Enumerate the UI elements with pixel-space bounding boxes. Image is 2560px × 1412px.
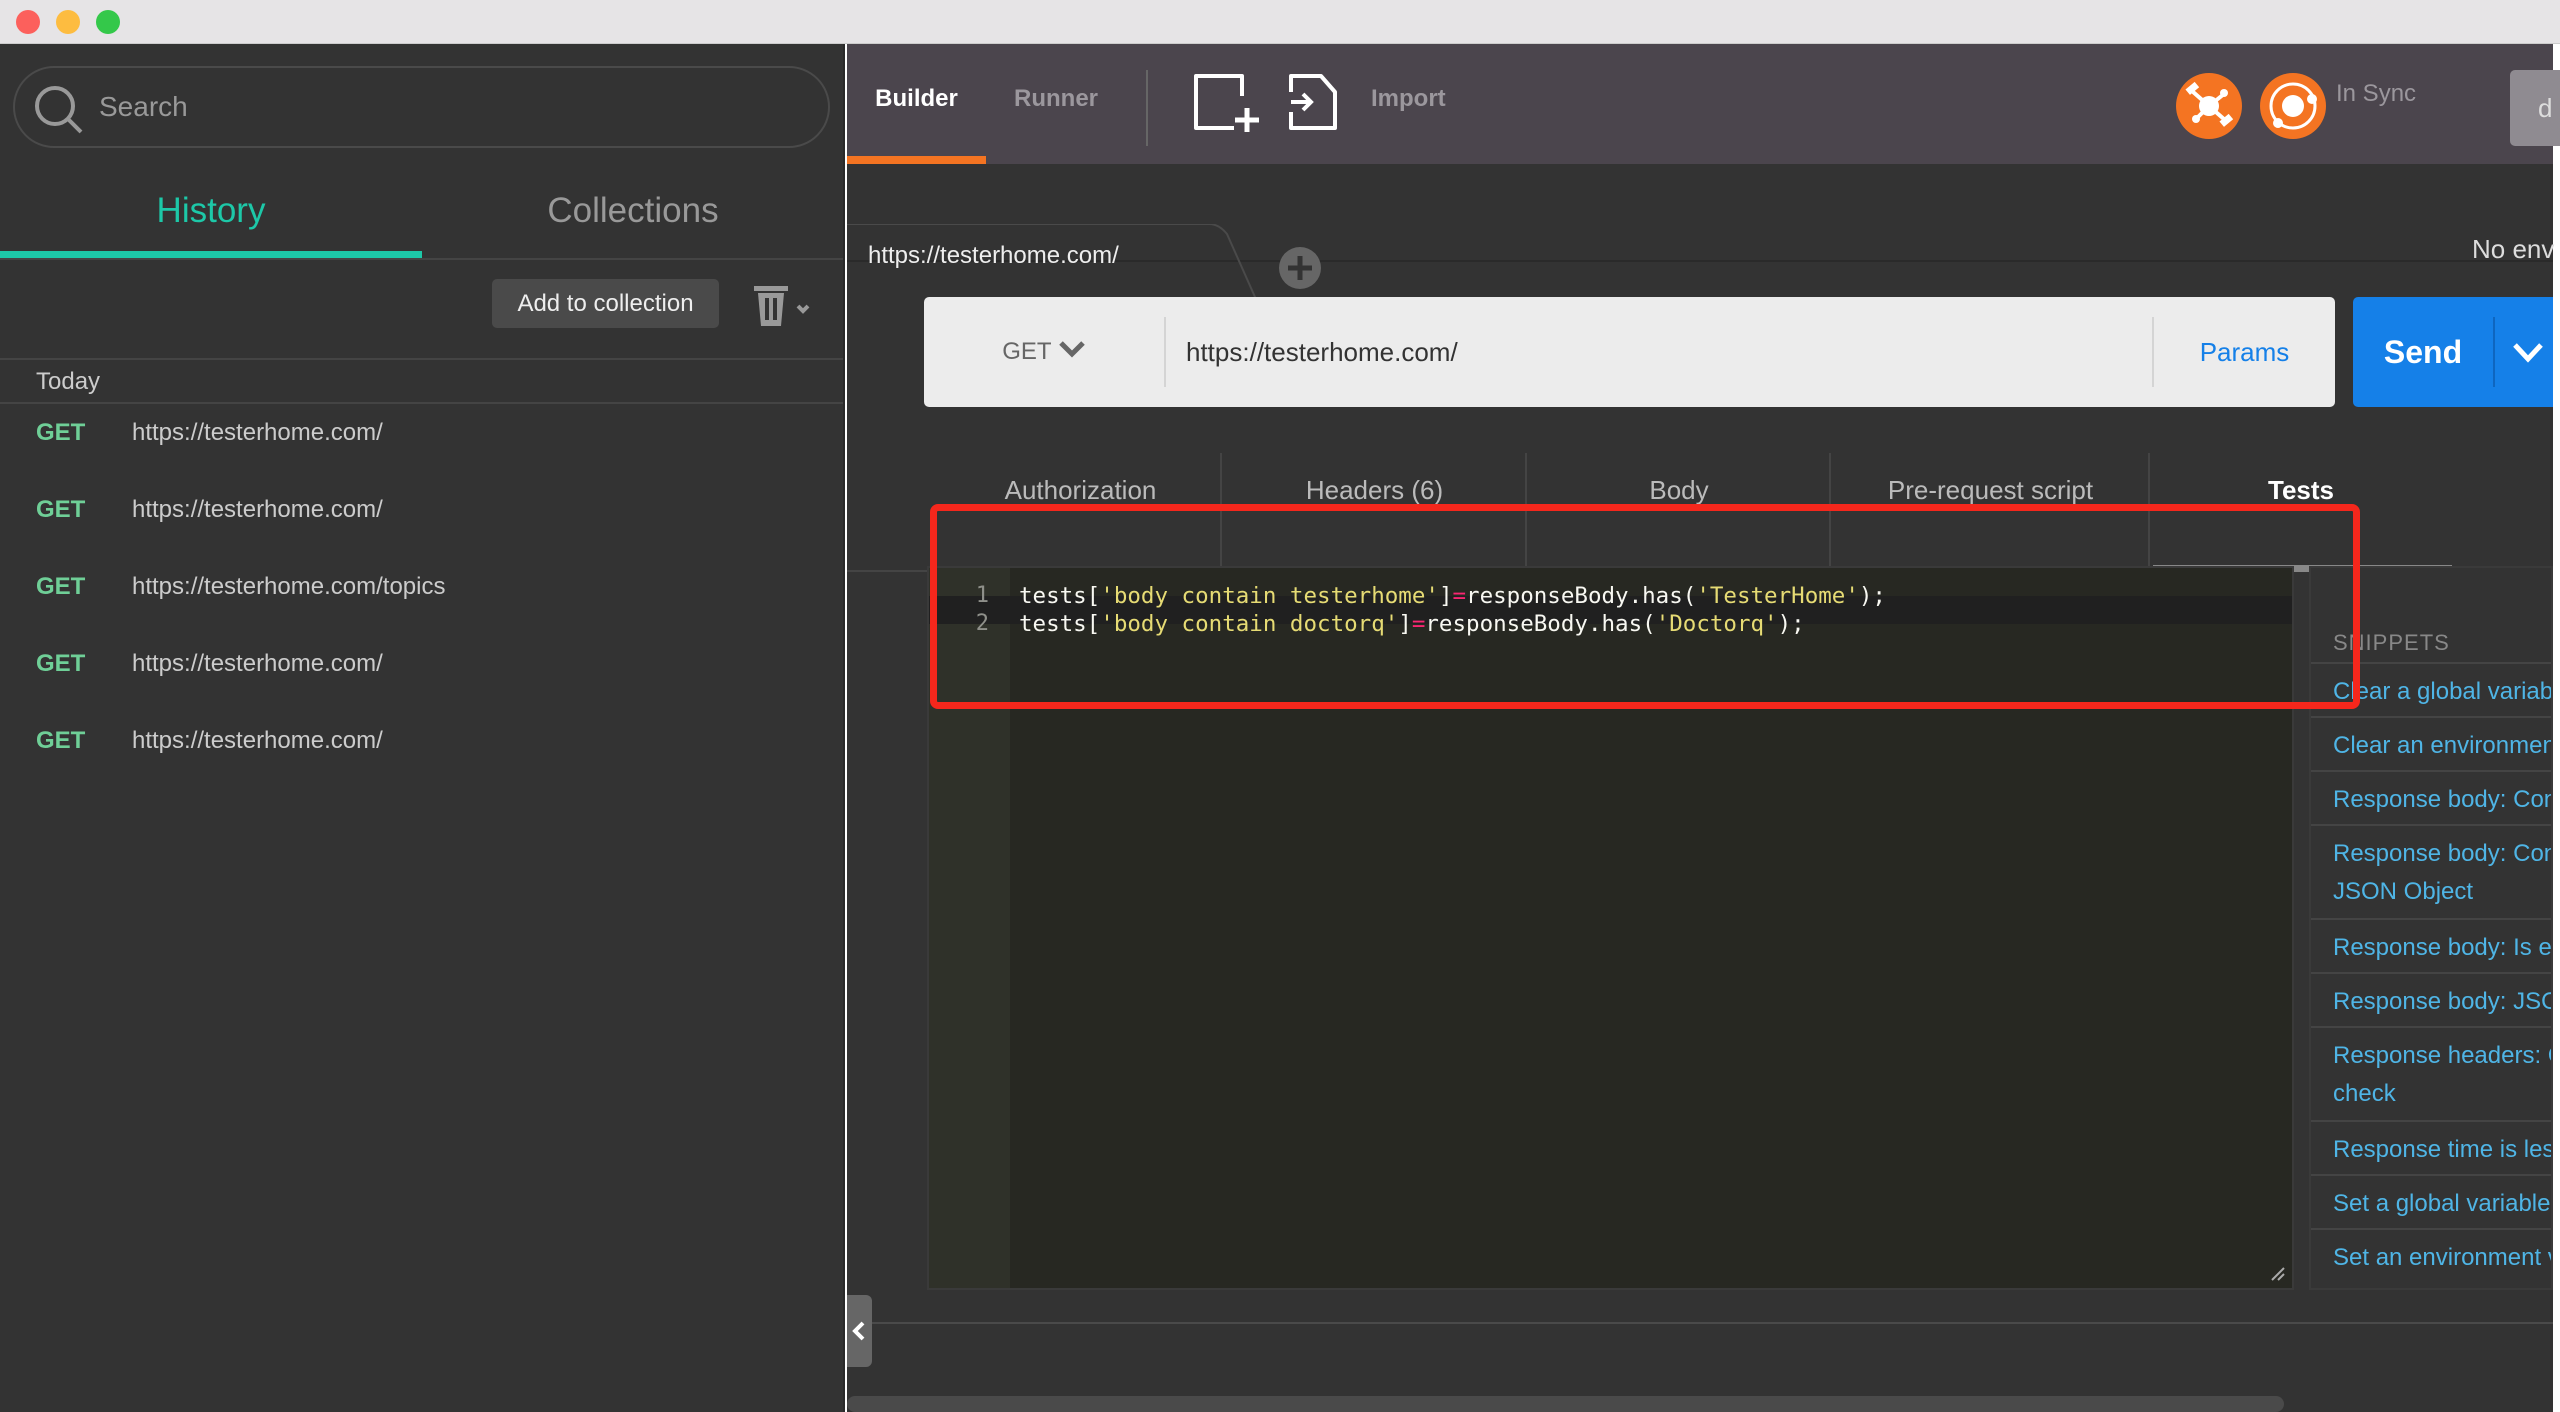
horizontal-scrollbar[interactable] [847,1396,2284,1412]
new-tab-icon[interactable] [1192,72,1264,134]
method-badge: GET [36,419,86,446]
request-tabs-bar: https://testerhome.com/ No env [847,164,2554,324]
send-label: Send [2383,334,2463,370]
highlight-annotation-box [930,504,2360,709]
history-group-label: Today [36,368,101,395]
snippet-item-continuation[interactable]: check [2311,1074,2551,1113]
snippet-item[interactable]: Set a global variable [2311,1174,2551,1223]
user-button[interactable]: d [2510,70,2560,146]
url-bar: GET Params [924,297,2335,407]
search-icon [35,86,83,134]
divider [847,1322,2553,1324]
trash-icon[interactable] [752,284,822,328]
history-item[interactable]: GET https://testerhome.com/ [0,634,843,694]
divider [1164,317,1166,387]
tab-builder[interactable]: Builder [847,44,986,164]
main-panel: Builder Runner Import In Sync d https://… [847,44,2560,1412]
history-item[interactable]: GET https://testerhome.com/ [0,403,843,463]
top-toolbar: Builder Runner Import In Sync d [847,44,2560,164]
sync-icon[interactable] [2260,73,2326,139]
method-badge: GET [36,496,86,523]
history-url: https://testerhome.com/ [132,727,383,754]
history-url: https://testerhome.com/topics [132,573,446,600]
divider [2493,317,2495,387]
divider [0,358,843,360]
method-label: GET [1002,338,1052,365]
snippet-item-continuation[interactable]: JSON Object [2311,872,2551,911]
sidebar: History Collections Add to collection To… [0,44,845,1412]
search-input[interactable] [99,82,799,132]
history-item[interactable]: GET https://testerhome.com/ [0,480,843,540]
snippet-item[interactable]: Response body: JSON value check [2311,972,2551,1021]
window-titlebar [0,0,2560,44]
snippet-item[interactable]: Response time is less than 200ms [2311,1120,2551,1169]
tab-history[interactable]: History [0,164,422,258]
url-input[interactable] [1186,327,2086,377]
resize-handle-icon[interactable] [2270,1266,2286,1282]
snippet-item[interactable]: Response body: Convert XML body to a [2311,824,2551,873]
snippet-item[interactable]: Response headers: Content-Type header [2311,1026,2551,1075]
interceptor-icon[interactable] [2176,73,2242,139]
collapse-sidebar-button[interactable] [847,1295,872,1367]
params-button[interactable]: Params [2154,297,2335,407]
snippet-item[interactable]: Response body: Contains string [2311,770,2551,819]
search-box[interactable] [13,66,830,148]
history-item[interactable]: GET https://testerhome.com/topics [0,557,843,617]
chevron-left-icon [852,1321,865,1341]
history-url: https://testerhome.com/ [132,496,383,523]
tab-runner[interactable]: Runner [986,44,1126,164]
snippet-item[interactable]: Clear an environment variable [2311,716,2551,765]
method-badge: GET [36,727,86,754]
import-icon[interactable] [1287,72,1339,134]
add-to-collection-button[interactable]: Add to collection [492,279,719,328]
snippet-item[interactable]: Response body: Is equal to a string [2311,918,2551,967]
divider [0,258,843,260]
import-button[interactable]: Import [1371,44,1446,164]
maximize-window-button[interactable] [96,10,120,34]
history-item[interactable]: GET https://testerhome.com/ [0,711,843,771]
close-window-button[interactable] [16,10,40,34]
snippet-item[interactable]: Set an environment variable [2311,1228,2551,1277]
method-badge: GET [36,650,86,677]
request-tab[interactable]: https://testerhome.com/ [868,242,1119,270]
method-badge: GET [36,573,86,600]
send-button[interactable]: Send [2353,297,2553,407]
environment-selector[interactable]: No env [2472,234,2554,265]
history-url: https://testerhome.com/ [132,419,383,446]
tab-collections[interactable]: Collections [422,164,844,258]
add-tab-icon[interactable] [1279,247,1321,289]
minimize-window-button[interactable] [56,10,80,34]
divider [1146,70,1148,146]
sync-status: In Sync [2336,80,2417,107]
history-url: https://testerhome.com/ [132,650,383,677]
send-options-chevron-icon[interactable] [2511,341,2545,365]
chevron-down-icon [1059,341,1085,358]
method-select[interactable]: GET [924,297,1164,407]
